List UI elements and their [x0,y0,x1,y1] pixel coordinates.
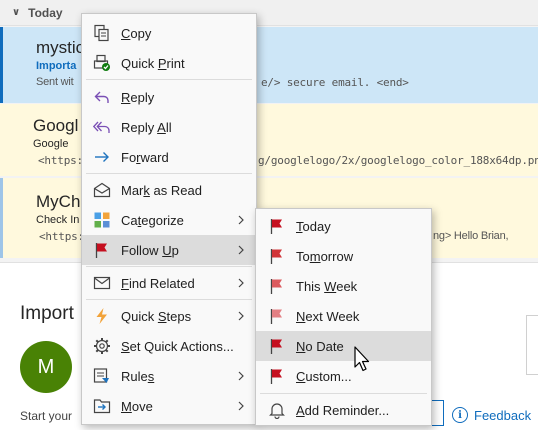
chevron-right-icon [234,274,248,292]
lightning-icon [93,307,111,325]
submenu-item-add-reminder[interactable]: Add Reminder... [256,395,431,425]
reply-icon [93,88,111,106]
mouse-cursor-icon [354,346,370,372]
menu-item-label: Rules [121,368,155,384]
menu-item-label: Copy [121,25,152,41]
menu-separator [86,173,252,174]
chevron-right-icon [234,241,248,259]
reading-pane-card [526,315,538,375]
envelope-open-icon [93,181,111,199]
menu-item-label: Reply [121,89,155,105]
menu-item-quick-print[interactable]: Quick Print [82,48,256,78]
flag-icon [93,241,111,259]
menu-separator [86,299,252,300]
categorize-icon [93,211,111,229]
chevron-right-icon [234,211,248,229]
menu-item-label: Forward [121,149,169,165]
bell-icon [268,401,286,419]
feedback-link[interactable]: i Feedback [452,407,531,423]
menu-item-label: Follow Up [121,242,179,258]
menu-item-label: Mark as Read [121,182,202,198]
find-related-icon [93,274,111,292]
menu-item-label: Set Quick Actions... [121,338,234,354]
forward-icon [93,148,111,166]
follow-up-submenu: Today Tomorrow This Week Next Week No Da… [255,208,432,426]
submenu-item-next-week[interactable]: Next Week [256,301,431,331]
flag-icon [268,247,286,265]
menu-item-reply-all[interactable]: Reply All [82,112,256,142]
reading-pane-title: Import [20,303,74,324]
submenu-item-label: This Week [296,278,358,294]
menu-item-quick-steps[interactable]: Quick Steps [82,301,256,331]
message-subject: Google [33,138,69,150]
submenu-item-label: Today [296,218,331,234]
feedback-label: Feedback [474,407,532,423]
avatar-initial: M [37,355,55,378]
gear-icon [93,337,111,355]
submenu-item-label: No Date [296,338,344,354]
chevron-right-icon [234,367,248,385]
reply-all-icon [93,118,111,136]
message-subject: Check In [36,214,80,226]
message-preview-tail: ng> Hello Brian, [433,230,509,242]
submenu-item-label: Custom... [296,368,352,384]
menu-item-label: Reply All [121,119,172,135]
message-preview: Sent wit [36,76,74,88]
message-sender: Googl [33,116,79,135]
menu-item-find-related[interactable]: Find Related [82,268,256,298]
submenu-item-no-date[interactable]: No Date [256,331,431,361]
reading-pane-body: Start your [20,409,73,423]
chevron-down-icon[interactable]: ∨ [12,7,20,18]
message-subject: Importa [36,60,77,72]
menu-item-set-quick-actions[interactable]: Set Quick Actions... [82,331,256,361]
submenu-item-label: Next Week [296,308,360,324]
submenu-item-this-week[interactable]: This Week [256,271,431,301]
menu-item-copy[interactable]: Copy [82,18,256,48]
quick-print-icon [93,54,111,72]
menu-item-label: Categorize [121,212,184,228]
menu-item-forward[interactable]: Forward [82,142,256,172]
menu-item-label: Find Related [121,275,195,291]
message-preview: <https: [38,154,83,167]
menu-separator [260,393,427,394]
chevron-right-icon [234,307,248,325]
submenu-item-tomorrow[interactable]: Tomorrow [256,241,431,271]
context-menu: Copy Quick Print Reply Reply All Forward… [81,13,257,425]
message-preview: <https: [39,230,84,243]
avatar[interactable]: M [20,341,72,393]
submenu-item-label: Add Reminder... [296,402,390,418]
message-preview-tail: g/googlelogo/2x/googlelogo_color_188x64d… [258,154,538,167]
menu-item-categorize[interactable]: Categorize [82,205,256,235]
menu-item-label: Move [121,398,153,414]
rules-icon [93,367,111,385]
menu-item-reply[interactable]: Reply [82,82,256,112]
reading-pane-field[interactable] [430,400,444,426]
chevron-right-icon [234,397,248,415]
menu-item-label: Quick Print [121,55,185,71]
menu-item-label: Quick Steps [121,308,192,324]
info-icon: i [452,407,468,423]
move-icon [93,397,111,415]
flag-icon [268,217,286,235]
menu-item-mark-as-read[interactable]: Mark as Read [82,175,256,205]
message-sender: mystic [36,38,85,57]
group-label: Today [28,5,63,20]
submenu-item-custom[interactable]: Custom... [256,361,431,391]
menu-item-follow-up[interactable]: Follow Up [82,235,256,265]
menu-separator [86,79,252,80]
submenu-item-label: Tomorrow [296,248,354,264]
flag-icon [268,307,286,325]
menu-item-move[interactable]: Move [82,391,256,421]
submenu-item-today[interactable]: Today [256,211,431,241]
flag-icon [268,277,286,295]
copy-icon [93,24,111,42]
menu-separator [86,266,252,267]
flag-icon [268,367,286,385]
menu-item-rules[interactable]: Rules [82,361,256,391]
message-preview-tail: e/> secure email. <end> [261,76,409,89]
flag-icon [268,337,286,355]
